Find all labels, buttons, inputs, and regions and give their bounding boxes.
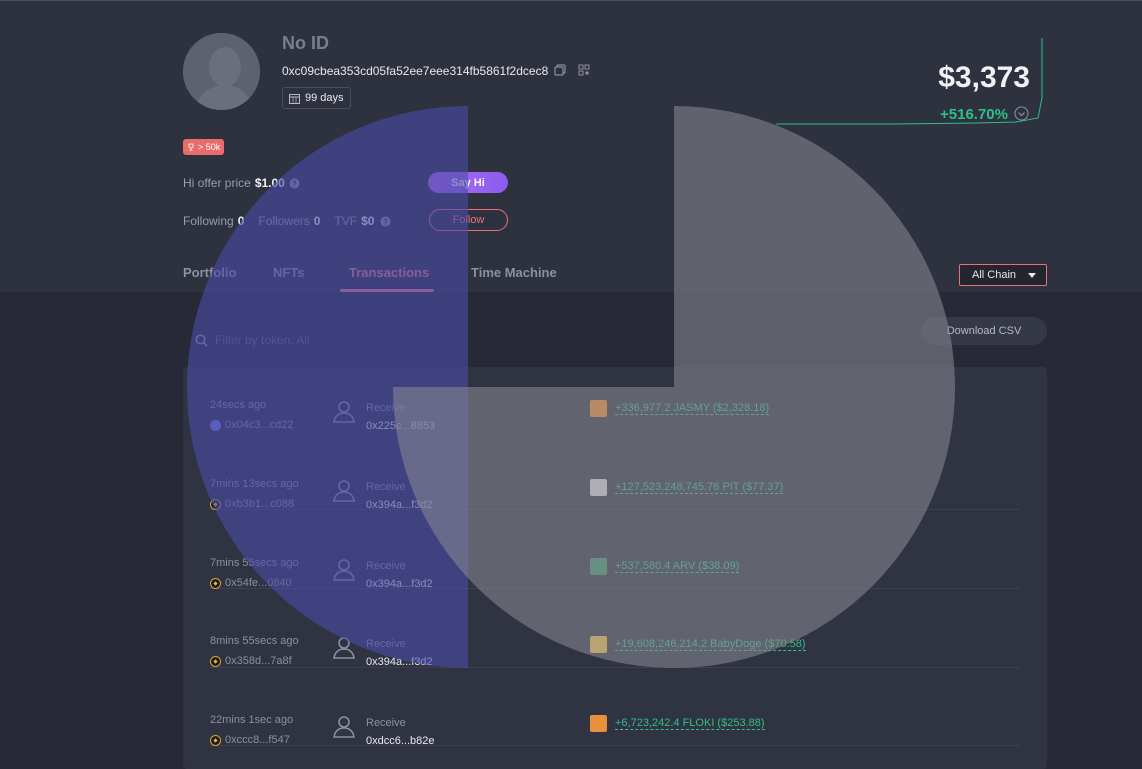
tx-time: 7mins 13secs ago xyxy=(210,478,299,490)
tx-hash-text: 0xb3b1...c088 xyxy=(225,498,295,510)
following-label: Following xyxy=(183,214,234,228)
tx-counterparty[interactable]: 0x394a...f3d2 xyxy=(366,656,433,668)
copy-icon[interactable] xyxy=(554,64,566,76)
followers-label: Followers xyxy=(258,214,310,228)
tx-amount[interactable]: +127,523,248,745.76 PIT ($77.37) xyxy=(615,481,784,494)
tx-type: Receive xyxy=(366,717,406,729)
tx-hash-link[interactable]: 0x358d...7a8f xyxy=(210,655,292,667)
calendar-icon xyxy=(289,93,300,104)
wallet-address: 0xc09cbea353cd05fa52ee7eee314fb5861f2dce… xyxy=(282,64,549,78)
caret-down-icon xyxy=(1028,272,1036,278)
social-stats-row: Following 0 Followers 0 TVF $0 ? xyxy=(183,214,391,228)
tx-hash-text: 0x04c3...cd22 xyxy=(225,419,294,431)
bnb-chain-icon xyxy=(210,655,221,667)
tx-amount[interactable]: +19,608,246,214.2 BabyDoge ($70.58) xyxy=(615,638,806,651)
tx-hash-text: 0x358d...7a8f xyxy=(225,655,292,667)
tab-transactions[interactable]: Transactions xyxy=(349,265,429,280)
tx-counterparty[interactable]: 0x394a...f3d2 xyxy=(366,499,433,511)
account-age-text: 99 days xyxy=(305,92,344,104)
tx-hash-text: 0x54fe...0840 xyxy=(225,577,292,589)
tx-hash-text: 0xccc8...f547 xyxy=(225,734,290,746)
tx-time: 22mins 1sec ago xyxy=(210,714,294,726)
tx-amount[interactable]: +537,580.4 ARV ($38.09) xyxy=(615,560,740,573)
tx-type: Receive xyxy=(366,560,406,572)
person-icon xyxy=(333,401,355,423)
net-worth-value: $3,373 xyxy=(938,61,1030,94)
person-icon xyxy=(333,559,355,581)
account-age-badge: 99 days xyxy=(282,87,351,109)
chevron-down-icon[interactable] xyxy=(1014,106,1029,121)
tx-hash-link[interactable]: 0xccc8...f547 xyxy=(210,734,290,746)
followers-count: 0 xyxy=(313,214,321,228)
follow-button[interactable]: Follow xyxy=(429,209,508,231)
ethereum-icon xyxy=(210,419,221,431)
table-row[interactable]: 7mins 55secs ago 0x54fe...0840 Receive 0… xyxy=(183,557,1047,668)
table-row[interactable]: 7mins 13secs ago 0xb3b1...c088 Receive 0… xyxy=(183,478,1047,589)
chain-select[interactable]: All Chain xyxy=(959,264,1047,286)
tx-time: 24secs ago xyxy=(210,399,267,411)
chain-select-value: All Chain xyxy=(972,269,1017,281)
download-csv-button[interactable]: Download CSV xyxy=(921,317,1047,345)
table-row[interactable]: 24secs ago 0x04c3...cd22 Receive 0x225c.… xyxy=(183,399,1047,510)
bnb-chain-icon xyxy=(210,498,221,510)
bnb-chain-icon xyxy=(210,577,221,589)
floki-icon xyxy=(590,715,607,732)
tx-hash-link[interactable]: 0xb3b1...c088 xyxy=(210,498,294,510)
svg-text:?: ? xyxy=(384,217,389,226)
token-filter-input[interactable]: Filter by token: All xyxy=(183,326,433,354)
search-icon xyxy=(195,333,208,347)
profile-name: No ID xyxy=(282,33,329,53)
trophy-icon xyxy=(188,143,194,151)
tx-amount[interactable]: +336,977.2 JASMY ($2,328.18) xyxy=(615,402,770,415)
person-icon xyxy=(333,637,355,659)
jasmy-icon xyxy=(590,400,607,417)
arv-icon xyxy=(590,558,607,575)
net-worth-change: +516.70% xyxy=(940,106,1008,123)
tx-type: Receive xyxy=(366,402,406,414)
tx-type: Receive xyxy=(366,638,406,650)
qr-code-icon[interactable] xyxy=(578,64,590,76)
person-icon xyxy=(333,716,355,738)
help-icon[interactable]: ? xyxy=(289,178,300,189)
bnb-chain-icon xyxy=(210,734,221,746)
hi-offer-price: $1.00 xyxy=(254,176,285,190)
tx-time: 8mins 55secs ago xyxy=(210,635,299,647)
table-row[interactable]: 8mins 55secs ago 0x358d...7a8f Receive 0… xyxy=(183,635,1047,746)
tx-hash-link[interactable]: 0x04c3...cd22 xyxy=(210,419,294,431)
hi-offer-label: Hi offer price xyxy=(183,176,251,190)
rank-badge: > 50k xyxy=(183,139,225,155)
tx-amount[interactable]: +6,723,242.4 FLOKI ($253.88) xyxy=(615,717,765,730)
tvf-label: TVF xyxy=(334,214,358,228)
help-icon[interactable]: ? xyxy=(380,216,391,227)
babydoge-icon xyxy=(590,636,607,653)
tab-portfolio[interactable]: Portfolio xyxy=(183,265,236,280)
tx-counterparty[interactable]: 0x225c...8853 xyxy=(366,420,435,432)
hi-offer-row: Hi offer price $1.00 ? xyxy=(183,176,300,190)
token-filter-placeholder: Filter by token: All xyxy=(215,333,310,347)
tx-counterparty[interactable]: 0x394a...f3d2 xyxy=(366,578,433,590)
tx-counterparty[interactable]: 0xdcc6...b82e xyxy=(366,735,435,747)
active-tab-indicator xyxy=(340,289,434,292)
avatar-silhouette-icon xyxy=(183,33,260,110)
following-count: 0 xyxy=(237,214,245,228)
tx-type: Receive xyxy=(366,481,406,493)
avatar xyxy=(183,33,260,110)
tvf-value: $0 xyxy=(361,214,375,228)
table-row[interactable]: 22mins 1sec ago 0xccc8...f547 Receive 0x… xyxy=(183,714,1047,769)
person-icon xyxy=(333,480,355,502)
transaction-list: 24secs ago 0x04c3...cd22 Receive 0x225c.… xyxy=(183,367,1047,769)
tx-time: 7mins 55secs ago xyxy=(210,557,299,569)
tx-hash-link[interactable]: 0x54fe...0840 xyxy=(210,577,292,589)
pit-icon xyxy=(590,479,607,496)
tab-nfts[interactable]: NFTs xyxy=(273,265,305,280)
svg-text:?: ? xyxy=(292,179,297,188)
say-hi-button[interactable]: Say Hi xyxy=(428,172,508,193)
tab-time-machine[interactable]: Time Machine xyxy=(471,265,557,280)
rank-badge-text: > 50k xyxy=(198,142,221,152)
